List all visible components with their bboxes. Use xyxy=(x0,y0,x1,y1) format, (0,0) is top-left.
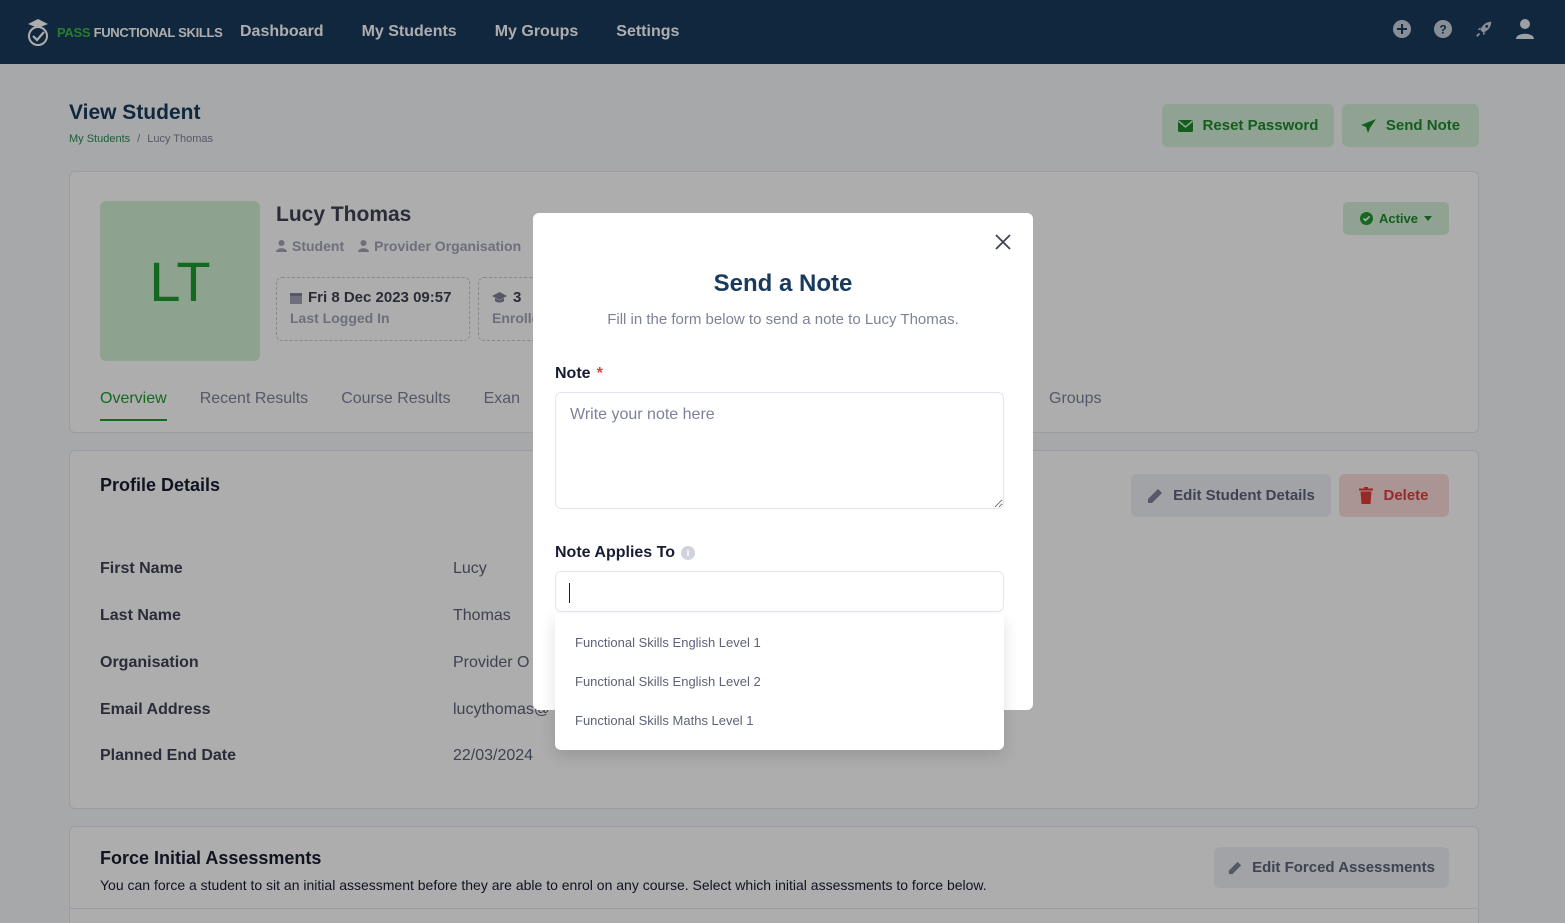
dropdown-option[interactable]: Functional Skills Maths Level 1 xyxy=(575,713,753,728)
modal-subtitle: Fill in the form below to send a note to… xyxy=(607,311,959,328)
note-applies-to-input[interactable] xyxy=(555,571,1004,612)
close-icon[interactable] xyxy=(993,232,1013,252)
text-cursor xyxy=(569,583,570,603)
applies-label-wrapper: Note Applies To i xyxy=(555,544,695,562)
info-icon[interactable]: i xyxy=(681,546,695,560)
note-label-wrapper: Note * xyxy=(555,365,603,383)
applies-to-dropdown: Functional Skills English Level 1 Functi… xyxy=(555,614,1004,750)
required-asterisk: * xyxy=(596,365,603,382)
note-textarea[interactable] xyxy=(555,392,1004,509)
note-label: Note xyxy=(555,365,591,382)
dropdown-option[interactable]: Functional Skills English Level 1 xyxy=(575,635,761,650)
applies-label: Note Applies To xyxy=(555,544,675,561)
modal-title: Send a Note xyxy=(713,270,853,297)
dropdown-option[interactable]: Functional Skills English Level 2 xyxy=(575,674,761,689)
